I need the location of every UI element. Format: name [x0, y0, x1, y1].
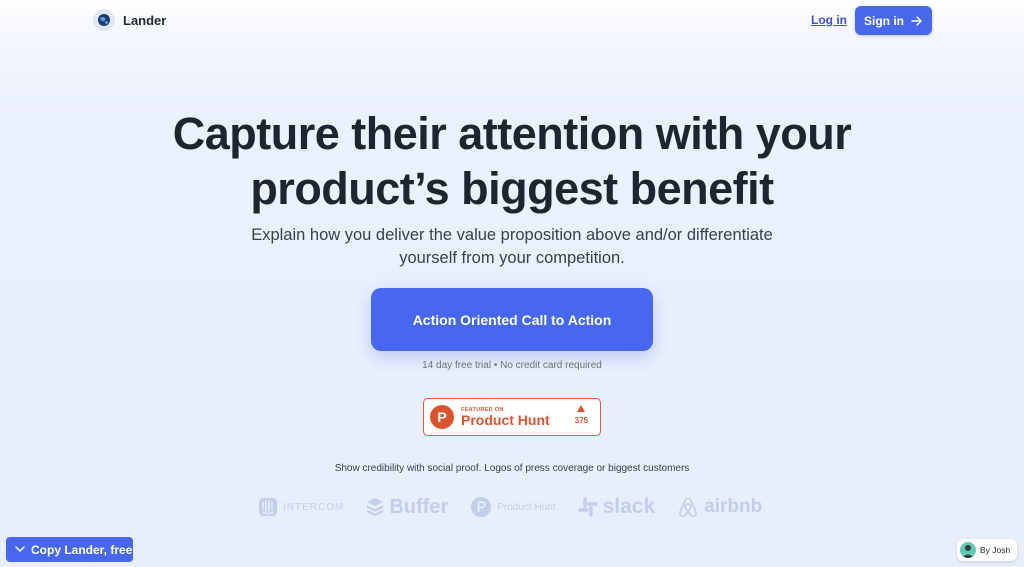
- copy-lander-button[interactable]: Copy Lander, free: [6, 537, 133, 562]
- ph-vote-count: 375: [574, 416, 588, 425]
- slack-label: slack: [602, 495, 656, 518]
- signin-button[interactable]: Sign in: [855, 6, 932, 35]
- buffer-logo: Buffer: [366, 496, 448, 519]
- arrow-right-icon: [911, 15, 922, 26]
- producthunt-badge[interactable]: P FEATURED ON Product Hunt 375: [423, 398, 601, 436]
- cta-button[interactable]: Action Oriented Call to Action: [371, 288, 653, 351]
- airbnb-icon: [679, 497, 698, 517]
- copy-lander-label: Copy Lander, free: [31, 542, 133, 557]
- buffer-label: Buffer: [389, 495, 449, 518]
- airbnb-logo: airbnb: [677, 495, 762, 519]
- byline-text: By Josh: [980, 545, 1011, 555]
- producthunt-logo-icon: P: [430, 405, 454, 429]
- slack-icon: [577, 497, 598, 517]
- intercom-logo: INTERCOM: [258, 497, 344, 517]
- intercom-label: INTERCOM: [283, 501, 345, 513]
- airbnb-label: airbnb: [704, 496, 763, 517]
- intercom-icon: [259, 498, 277, 516]
- brand[interactable]: Lander: [93, 9, 166, 31]
- hero-subheadline: Explain how you deliver the value propos…: [0, 224, 1024, 270]
- logo-strip: INTERCOM Buffer Product Hunt slack airbn…: [258, 492, 784, 522]
- avatar: [960, 542, 976, 558]
- hero-headline: Capture their attention with your produc…: [0, 106, 1024, 216]
- sub-line-1: Explain how you deliver the value propos…: [251, 226, 773, 244]
- social-proof-text: Show credibility with social proof. Logo…: [334, 463, 690, 474]
- cta-note: 14 day free trial • No credit card requi…: [422, 360, 602, 371]
- producthunt-logo-label: Product Hunt: [497, 501, 556, 513]
- ph-votes: 375: [575, 405, 588, 425]
- headline-line-1: Capture their attention with your: [172, 108, 852, 159]
- top-nav: Lander Log in Sign in: [0, 0, 1024, 44]
- chevron-down-icon: [15, 546, 25, 552]
- buffer-icon: [366, 498, 384, 517]
- ph-name: Product Hunt: [461, 411, 550, 428]
- sub-line-2: yourself from your competition.: [399, 249, 625, 267]
- producthunt-logo: Product Hunt: [470, 496, 556, 518]
- signin-label: Sign in: [864, 13, 904, 28]
- login-link[interactable]: Log in: [811, 13, 847, 27]
- producthunt-mark-icon: [471, 497, 492, 517]
- brand-name: Lander: [123, 12, 167, 28]
- headline-line-2: product’s biggest benefit: [250, 163, 774, 214]
- byline-badge[interactable]: By Josh: [957, 539, 1017, 561]
- slack-logo: slack: [577, 495, 656, 519]
- globe-icon: [93, 9, 115, 31]
- upvote-arrow-icon: [577, 405, 586, 412]
